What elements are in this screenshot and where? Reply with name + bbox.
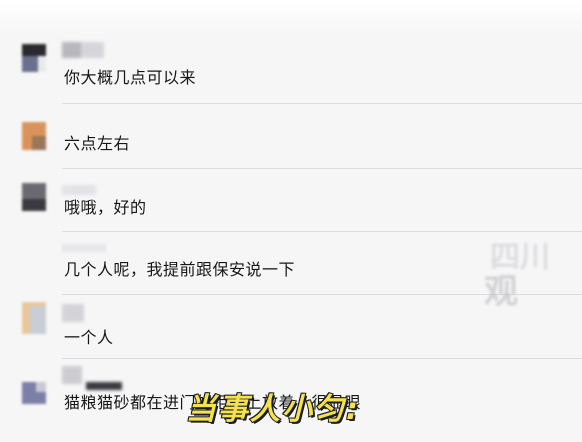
sender-avatar[interactable]: [22, 44, 46, 72]
chat-message-row[interactable]: 哦哦，好的: [0, 169, 582, 232]
sender-avatar[interactable]: [22, 382, 46, 404]
sender-name-redacted: [62, 244, 106, 252]
message-text: 几个人呢，我提前跟保安说一下: [64, 260, 296, 279]
message-text: 哦哦，好的: [64, 198, 147, 217]
sender-avatar[interactable]: [22, 122, 46, 150]
chat-message-row[interactable]: 六点左右: [0, 104, 582, 169]
sender-name-redacted: [62, 366, 82, 384]
sender-name-redacted: [62, 42, 104, 58]
chat-message-row[interactable]: 你大概几点可以来: [0, 0, 582, 110]
sender-avatar[interactable]: [22, 302, 46, 334]
video-caption: 当事人小匀:: [185, 391, 360, 428]
broadcaster-watermark: 四川 观: [484, 232, 582, 312]
message-text: 六点左右: [64, 134, 131, 153]
sender-name-redacted: [62, 304, 84, 322]
message-divider: [62, 358, 582, 359]
sender-name-redacted: [62, 185, 96, 195]
chat-screen: 你大概几点可以来 六点左右 哦哦，好的 几个人呢，我提前跟保安说一下 一个人 猫…: [0, 0, 582, 442]
message-text: 你大概几点可以来: [64, 68, 197, 87]
sender-avatar[interactable]: [22, 183, 46, 211]
sender-name-redacted: [86, 382, 122, 390]
message-text: 一个人: [64, 328, 114, 347]
watermark-bottom-text: 观: [484, 272, 518, 312]
